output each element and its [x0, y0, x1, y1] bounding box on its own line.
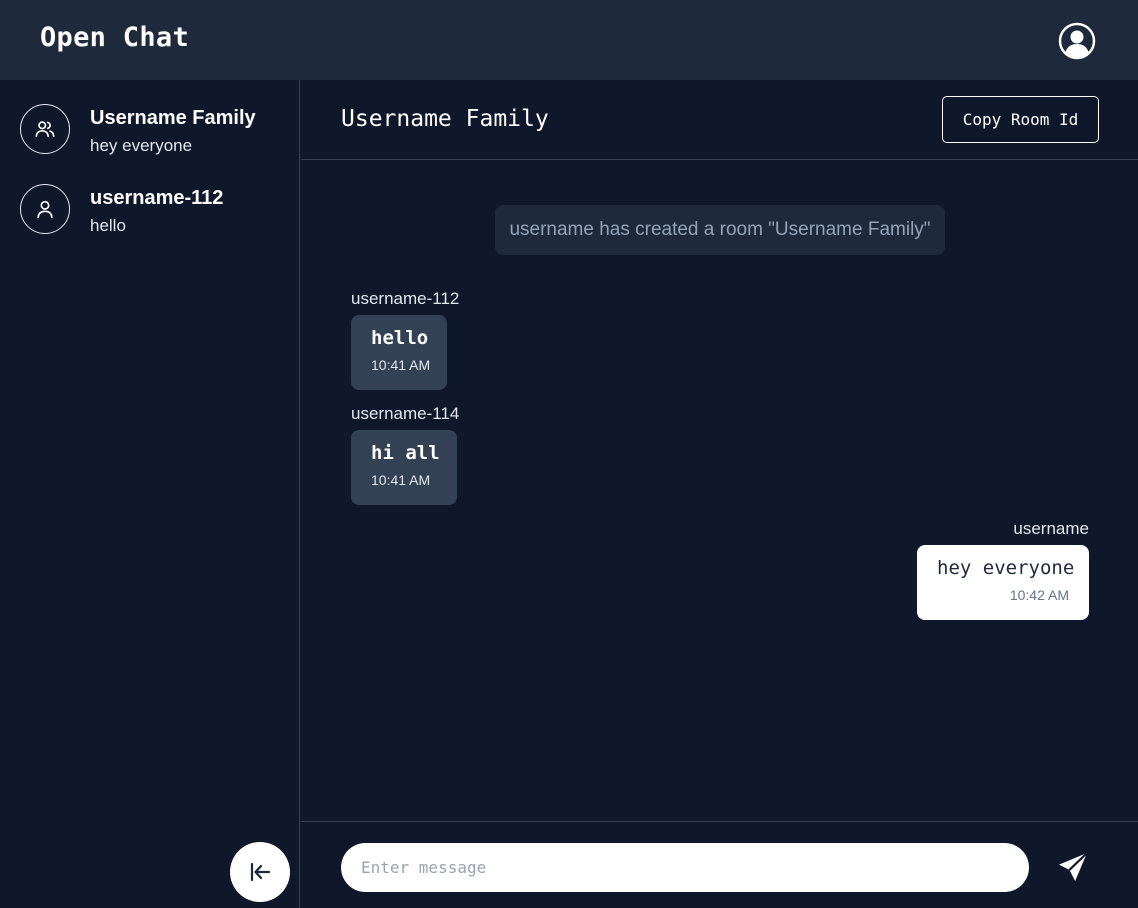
room-list-sidebar: Username Family hey everyone username-11… — [0, 80, 300, 908]
message-bubble: hello 10:41 AM — [351, 315, 447, 390]
message-sender: username-112 — [351, 289, 460, 308]
chat-header: Username Family Copy Room Id — [301, 80, 1138, 160]
message-sender: username-114 — [351, 404, 460, 423]
chat-room-title: Username Family — [341, 106, 549, 132]
message-composer — [301, 821, 1138, 908]
user-profile-button[interactable] — [1058, 22, 1096, 60]
message-time: 10:42 AM — [1009, 587, 1069, 603]
room-name: username-112 — [90, 187, 224, 209]
room-avatar — [20, 184, 70, 234]
copy-room-id-button[interactable]: Copy Room Id — [942, 96, 1099, 143]
message-time: 10:41 AM — [371, 357, 431, 373]
send-button[interactable] — [1056, 850, 1090, 884]
group-icon — [35, 121, 55, 138]
user-circle-icon — [1058, 22, 1096, 60]
message-input[interactable] — [341, 843, 1029, 892]
room-avatar — [20, 104, 70, 154]
message-sender: username — [1013, 519, 1089, 538]
room-last-message: hello — [90, 216, 126, 235]
message-text: hi all — [371, 442, 440, 464]
message-time: 10:41 AM — [371, 472, 431, 488]
room-item-username-family[interactable]: Username Family hey everyone — [0, 80, 300, 160]
message-text: hey everyone — [937, 557, 1075, 579]
system-message: username has created a room "Username Fa… — [495, 205, 945, 255]
collapse-left-icon — [250, 862, 271, 882]
message-bubble-own: hey everyone 10:42 AM — [917, 545, 1089, 620]
user-icon — [37, 200, 53, 219]
collapse-sidebar-button[interactable] — [230, 842, 290, 902]
message-bubble: hi all 10:41 AM — [351, 430, 457, 505]
top-bar: Open Chat — [0, 0, 1138, 80]
send-icon — [1059, 852, 1088, 881]
room-name: Username Family — [90, 107, 256, 129]
app-title: Open Chat — [40, 22, 189, 53]
message-text: hello — [371, 327, 429, 349]
room-item-username-112[interactable]: username-112 hello — [0, 160, 300, 240]
room-last-message: hey everyone — [90, 136, 193, 155]
